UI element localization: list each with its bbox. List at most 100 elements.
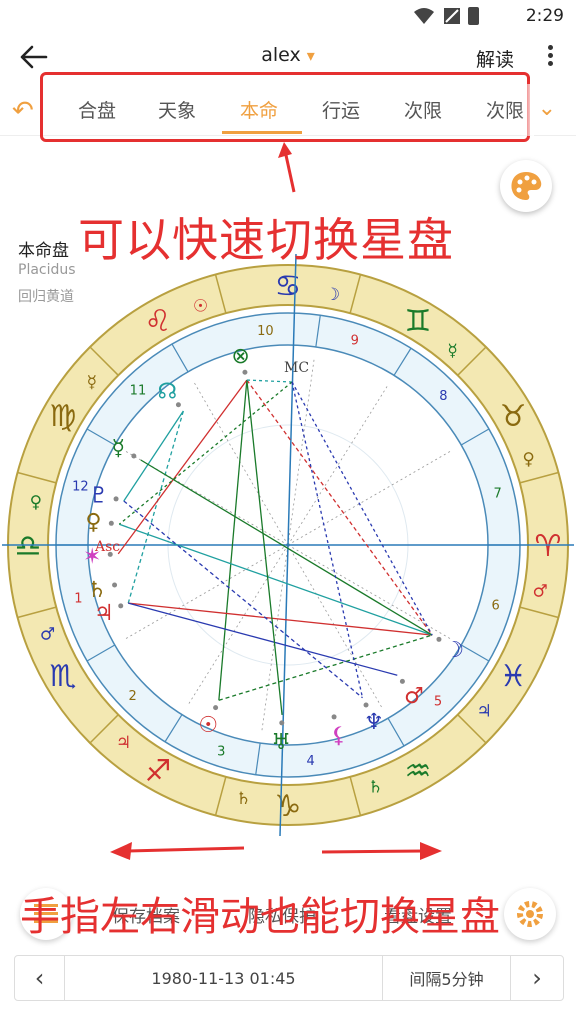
ruler-glyph: ♄ <box>368 778 383 798</box>
tab-transit[interactable]: 行运 <box>322 96 360 123</box>
planet-marker <box>363 702 369 708</box>
house-number: 1 <box>74 591 82 606</box>
planet-glyph: ♀ <box>85 510 101 535</box>
date-navigation-bar: ‹ 1980-11-13 01:45 间隔5分钟 › <box>14 955 564 1001</box>
chart-type-tabs: ↶ 合盘 天象 本命 行运 次限 次限 ⌄ <box>0 72 576 142</box>
ruler-glyph: ♀ <box>30 493 42 513</box>
palette-icon <box>511 172 542 200</box>
planet-glyph: ☿ <box>112 436 126 461</box>
annotation-arrow-up <box>278 142 296 193</box>
zodiac-sign-glyph: ♏ <box>49 659 76 694</box>
ruler-glyph: ♃ <box>476 702 491 722</box>
house-number: 10 <box>257 324 274 339</box>
natal-chart-wheel[interactable]: ♈♂♉♀♊☿♋ ☽♌ ☉♍☿♎♀♏♂♐♃♑♄♒♄♓♃123456789101112A… <box>0 240 576 840</box>
house-number: 5 <box>434 694 442 709</box>
planet-glyph: ☽ <box>444 638 464 663</box>
ruler-glyph: ♃ <box>116 733 131 753</box>
profile-name: alex <box>261 44 301 66</box>
battery-icon <box>468 7 479 25</box>
zodiac-sign-glyph: ♍ <box>49 399 76 434</box>
chevron-down-icon[interactable]: ⌄ <box>538 96 556 121</box>
house-number: 12 <box>72 479 89 494</box>
ruler-glyph: ♀ <box>522 449 534 469</box>
undo-icon[interactable]: ↶ <box>12 96 34 126</box>
more-menu-icon[interactable] <box>542 42 558 72</box>
planet-marker <box>118 603 124 609</box>
planet-glyph: ♇ <box>89 483 109 508</box>
status-bar: 2:29 <box>0 0 576 32</box>
planet-marker <box>131 453 137 459</box>
planet-marker <box>112 582 118 588</box>
palette-button[interactable] <box>500 160 552 212</box>
ruler-glyph: ♄ <box>236 789 251 809</box>
ruler-glyph: ☉ <box>193 296 208 316</box>
planet-marker <box>107 551 113 557</box>
planet-glyph: ♄ <box>87 578 107 603</box>
swipe-left-arrow <box>110 842 245 860</box>
annotation-bottom: 手指左右滑动也能切换星盘 <box>20 894 500 940</box>
ruler-glyph: ♂ <box>40 625 55 645</box>
gear-icon <box>517 901 543 927</box>
planet-glyph: ⚸ <box>331 723 347 748</box>
house-number: 2 <box>128 689 136 704</box>
house-number: 4 <box>306 754 314 769</box>
chevron-right-icon: › <box>532 964 542 992</box>
chevron-down-icon: ▾ <box>306 46 315 65</box>
zodiac-sign-glyph: ♌ <box>145 304 172 339</box>
planet-marker <box>436 636 442 642</box>
settings-fab[interactable] <box>504 888 556 940</box>
tab-synastry[interactable]: 合盘 <box>78 96 116 123</box>
zodiac-sign-glyph: ♈ <box>535 529 562 564</box>
annotation-top: 可以快速切换星盘 <box>78 213 454 267</box>
house-number: 3 <box>217 744 225 759</box>
planet-marker <box>108 520 114 526</box>
planet-marker <box>113 496 119 502</box>
tab-natal[interactable]: 本命 <box>240 96 278 123</box>
house-number: 8 <box>439 389 447 404</box>
midheaven-label: MC <box>284 360 309 376</box>
interval-selector[interactable]: 间隔5分钟 <box>383 956 511 1000</box>
zodiac-sign-glyph: ♎ <box>15 529 42 564</box>
planet-marker <box>331 714 337 720</box>
house-number: 11 <box>130 384 147 399</box>
house-number: 9 <box>351 334 359 349</box>
zodiac-sign-glyph: ♑ <box>275 789 302 824</box>
status-icons <box>414 7 479 25</box>
zodiac-sign-glyph: ♓ <box>500 659 527 694</box>
planet-marker <box>399 678 405 684</box>
planet-glyph: ☉ <box>198 713 218 738</box>
tab-transit-sky[interactable]: 天象 <box>158 96 196 123</box>
datetime-display[interactable]: 1980-11-13 01:45 <box>65 956 383 1000</box>
status-time: 2:29 <box>525 6 564 26</box>
planet-glyph: ♂ <box>404 684 424 709</box>
planet-glyph: ⊗ <box>231 344 249 369</box>
zodiac-sign-glyph: ♋ <box>275 269 302 304</box>
zodiac-sign-glyph: ♉ <box>500 399 527 434</box>
next-button[interactable]: › <box>511 956 563 1000</box>
planet-marker <box>242 369 248 375</box>
chevron-left-icon: ‹ <box>34 964 45 992</box>
wifi-icon <box>414 8 434 24</box>
planet-glyph: ♅ <box>271 730 291 755</box>
ruler-glyph: ☿ <box>447 341 457 361</box>
planet-marker <box>213 705 219 711</box>
zodiac-sign-glyph: ♒ <box>405 754 432 789</box>
zodiac-sign-glyph: ♐ <box>145 754 172 789</box>
house-number: 7 <box>493 487 501 502</box>
active-tab-indicator <box>222 131 302 134</box>
planet-glyph: ♃ <box>94 601 114 626</box>
planet-glyph: ☊ <box>158 380 178 405</box>
planet-glyph: ♆ <box>364 710 384 735</box>
tab-progression-2[interactable]: 次限 <box>486 96 524 123</box>
swipe-right-arrow <box>321 842 442 860</box>
ruler-glyph: ♂ <box>532 581 547 601</box>
previous-button[interactable]: ‹ <box>15 956 65 1000</box>
planet-glyph: ✶ <box>83 544 101 569</box>
tab-progression[interactable]: 次限 <box>404 96 442 123</box>
zodiac-sign-glyph: ♊ <box>405 304 432 339</box>
read-button[interactable]: 解读 <box>476 45 514 72</box>
ruler-glyph: ☽ <box>325 285 340 305</box>
house-number: 6 <box>491 599 499 614</box>
planet-marker <box>279 720 285 726</box>
ruler-glyph: ☿ <box>87 372 97 392</box>
